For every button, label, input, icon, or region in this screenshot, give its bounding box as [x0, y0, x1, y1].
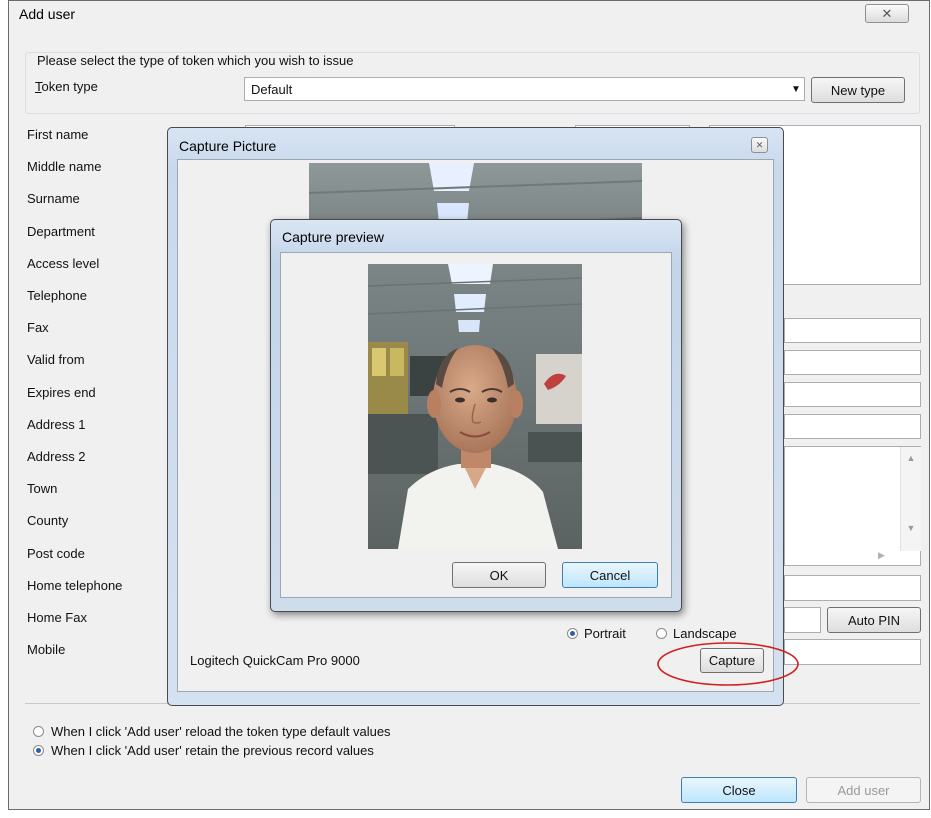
reload-radio-label: When I click 'Add user' reload the token… — [51, 724, 391, 739]
highlight-ellipse — [657, 642, 799, 686]
captured-photo-image — [368, 264, 582, 549]
address1-input[interactable] — [784, 414, 921, 439]
field-label: Mobile — [27, 642, 66, 658]
expires-end-input[interactable] — [784, 382, 921, 407]
auto-pin-button[interactable]: Auto PIN — [827, 607, 921, 633]
token-type-select[interactable]: Default ▼ — [244, 77, 805, 101]
field-label: Access level — [27, 255, 100, 271]
capture-picture-close-button[interactable]: ✕ — [751, 137, 768, 153]
retain-values-option[interactable]: When I click 'Add user' retain the previ… — [33, 743, 453, 759]
field-label: Telephone — [27, 288, 87, 303]
window-title: Add user — [19, 6, 76, 22]
field-label: County — [27, 513, 69, 529]
field-label: Fax — [27, 320, 49, 336]
window-close-button[interactable]: ✕ — [865, 4, 909, 23]
landscape-label: Landscape — [673, 626, 737, 641]
token-type-value: Default — [251, 81, 293, 97]
field-label: Address 2 — [27, 449, 86, 464]
field-label: Department — [27, 223, 95, 239]
field-label: Address 1 — [27, 416, 86, 432]
close-icon: ✕ — [881, 5, 893, 21]
camera-name: Logitech QuickCam Pro 9000 — [190, 653, 360, 668]
landscape-radio[interactable] — [656, 628, 667, 639]
retain-radio[interactable] — [33, 745, 44, 756]
capture-picture-title: Capture Picture — [179, 138, 277, 154]
field-label: Home telephone — [27, 577, 123, 593]
cancel-button[interactable]: Cancel — [562, 562, 658, 588]
new-type-button[interactable]: New type — [811, 77, 905, 103]
token-type-label-rest: oken type — [41, 79, 98, 94]
token-type-label: Token type — [35, 79, 98, 94]
captured-photo — [368, 264, 582, 549]
pin-input[interactable] — [784, 607, 821, 633]
reload-defaults-option[interactable]: When I click 'Add user' reload the token… — [33, 724, 453, 740]
close-icon: ✕ — [755, 139, 764, 150]
scroll-down-icon[interactable]: ▼ — [901, 523, 921, 533]
close-button[interactable]: Close — [681, 777, 797, 803]
retain-radio-label: When I click 'Add user' retain the previ… — [51, 743, 374, 758]
field-label: Middle name — [27, 159, 102, 175]
chevron-down-icon: ▼ — [791, 83, 801, 95]
field-label: Post code — [27, 545, 85, 561]
field-label: Town — [27, 481, 58, 497]
portrait-option[interactable]: Portrait — [567, 626, 657, 642]
field-label: Expires end — [27, 384, 96, 400]
field-label: Surname — [27, 191, 80, 207]
valid-from-input[interactable] — [784, 350, 921, 375]
capture-preview-title: Capture preview — [282, 229, 384, 245]
token-group-caption: Please select the type of token which yo… — [35, 53, 356, 68]
scroll-right-icon[interactable]: ▶ — [878, 550, 885, 561]
fax-input[interactable] — [784, 318, 921, 343]
home-telephone-input[interactable] — [784, 575, 921, 601]
address2-scrollbar[interactable]: ▲ ▼ — [900, 447, 921, 551]
add-user-button[interactable]: Add user — [806, 777, 921, 803]
mobile-input[interactable] — [784, 639, 921, 665]
field-label: Home Fax — [27, 610, 87, 625]
field-label: Valid from — [27, 352, 85, 368]
reload-radio[interactable] — [33, 726, 44, 737]
field-label: First name — [27, 127, 89, 142]
portrait-radio[interactable] — [567, 628, 578, 639]
ok-button[interactable]: OK — [452, 562, 546, 588]
scroll-up-icon[interactable]: ▲ — [901, 453, 921, 463]
portrait-label: Portrait — [584, 626, 626, 641]
capture-highlight-annotation — [657, 642, 799, 686]
